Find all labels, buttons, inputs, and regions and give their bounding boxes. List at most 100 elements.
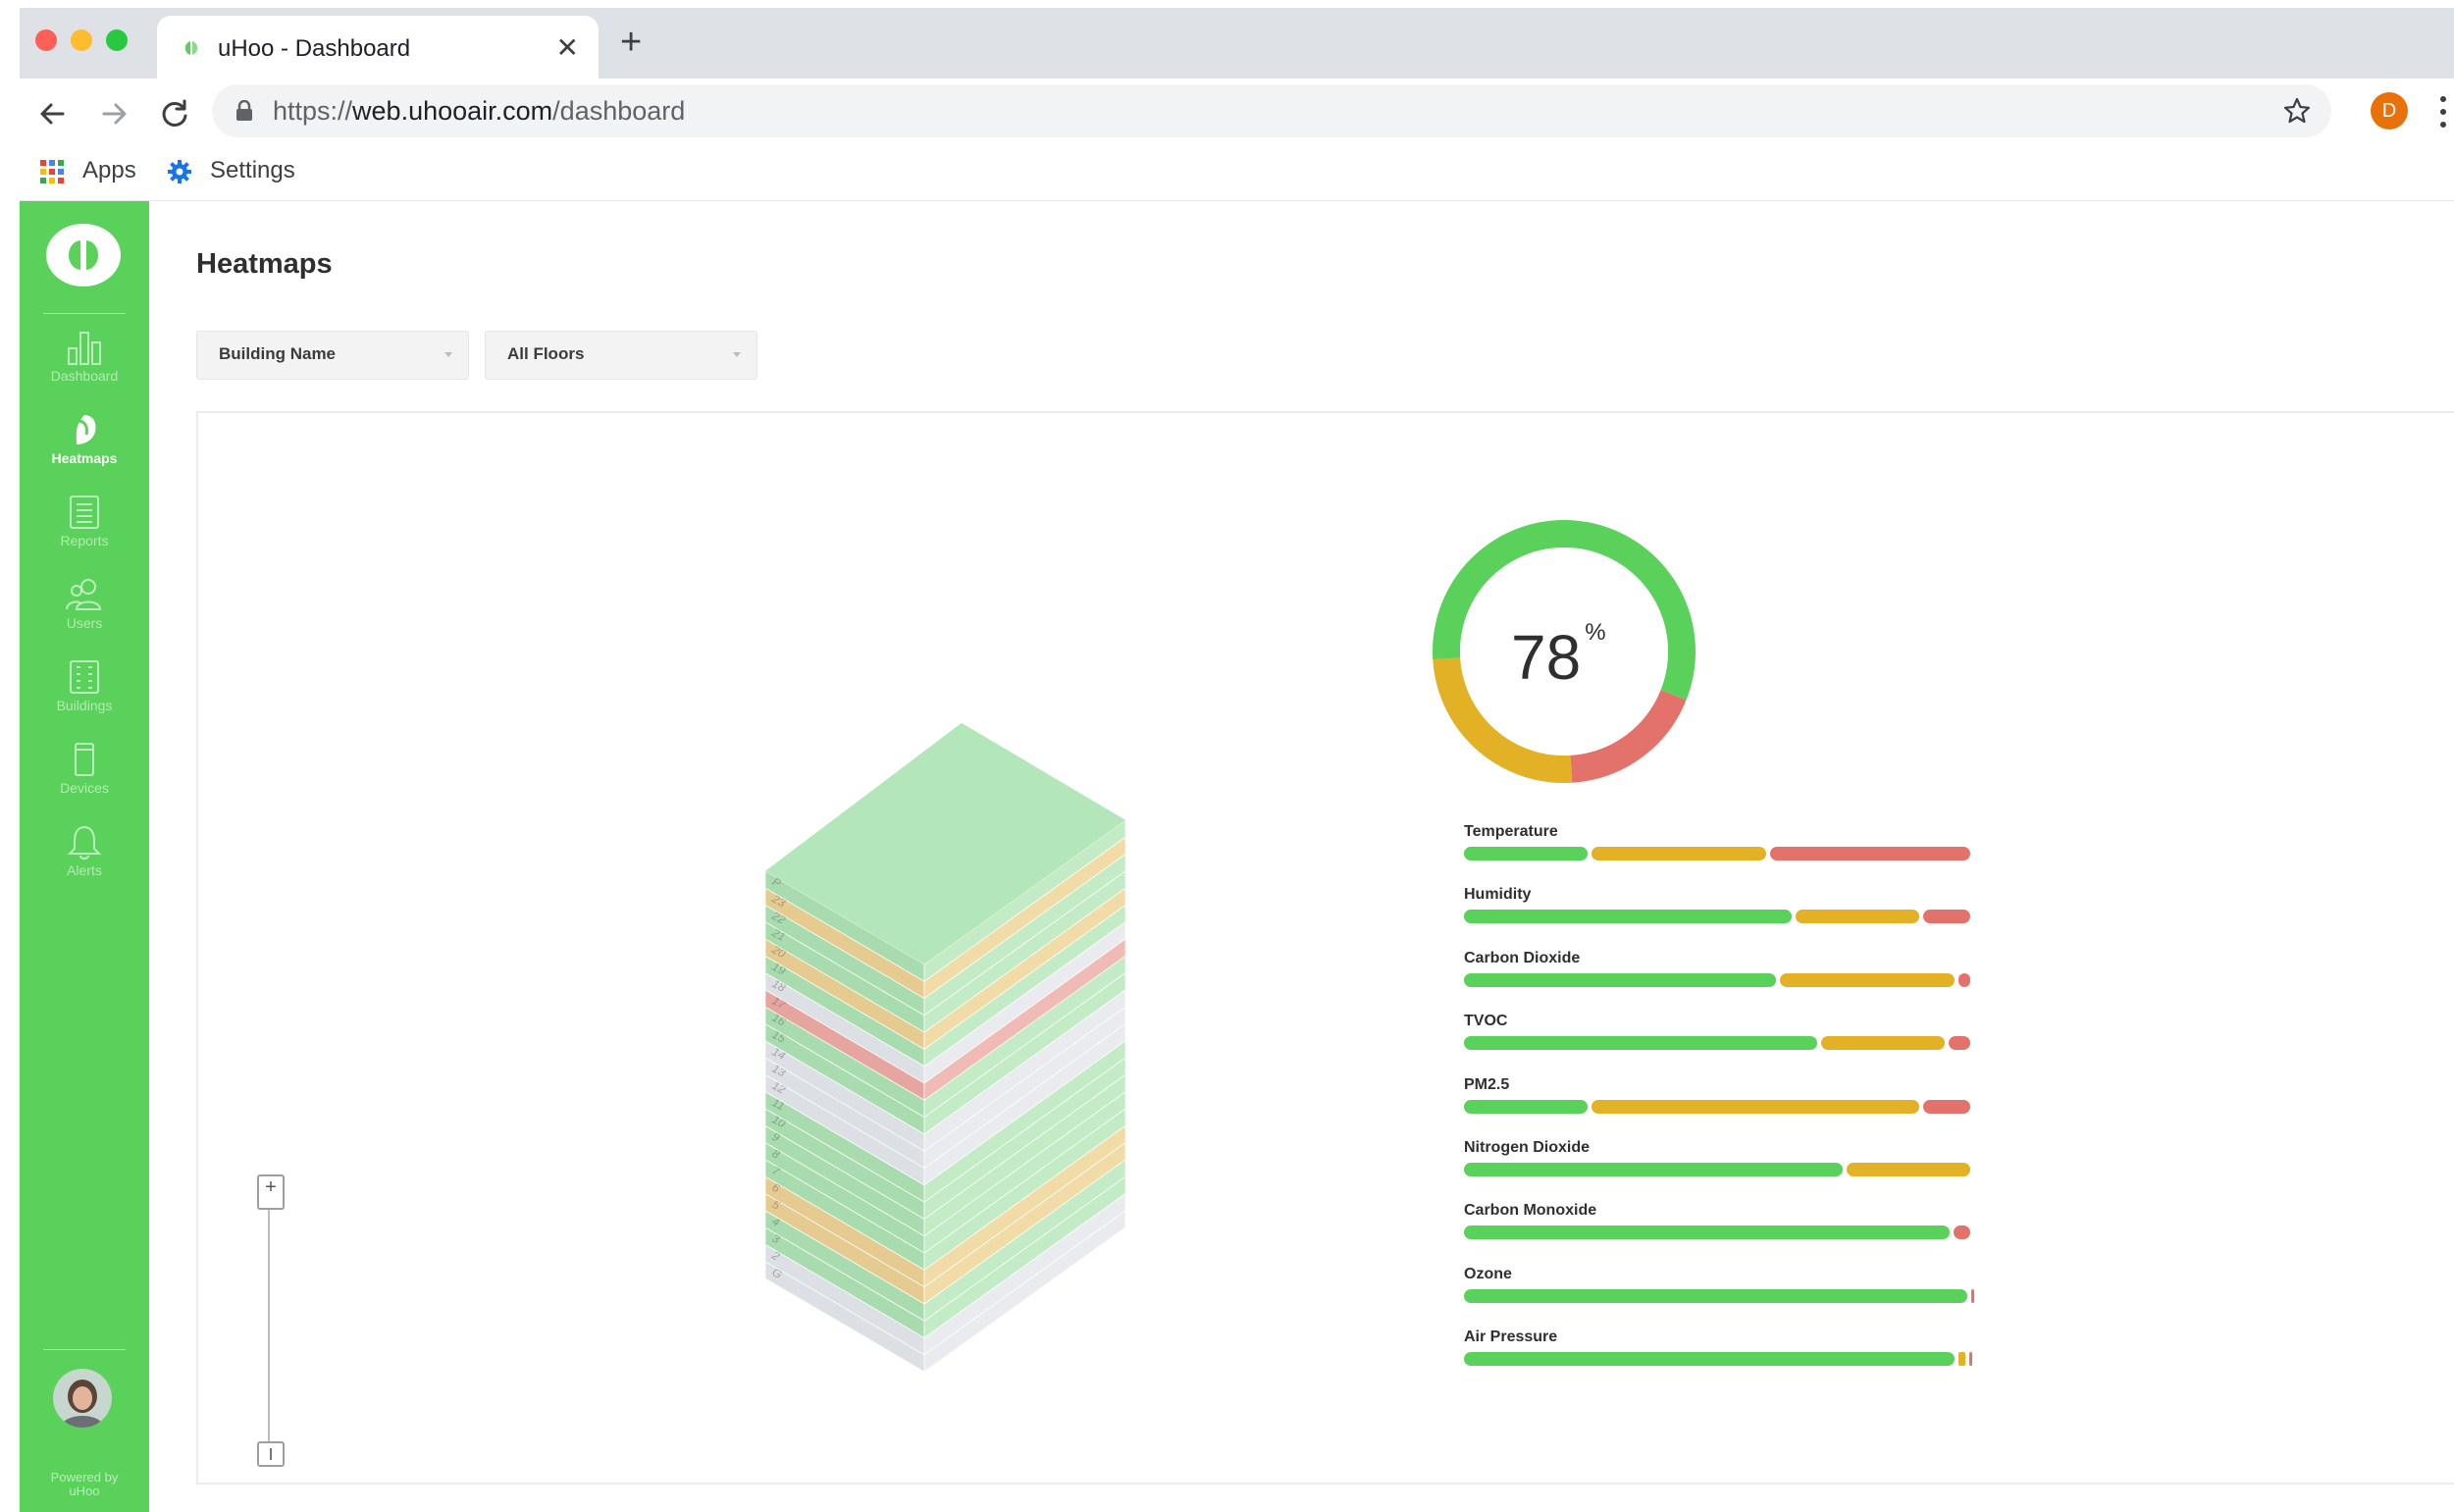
bookmark-apps[interactable]: Apps <box>82 157 136 184</box>
bookmark-star-icon[interactable] <box>2282 96 2312 126</box>
metric-moderate-segment <box>1821 1036 1945 1051</box>
metric-bar[interactable] <box>1464 1162 1974 1176</box>
metric-moderate-segment <box>1847 1162 1970 1176</box>
tab-strip: uHoo - Dashboard ✕ + <box>20 8 2454 78</box>
sidebar-item-label: Heatmaps <box>51 450 118 466</box>
metric-bar[interactable] <box>1464 1288 1975 1303</box>
minimize-window-button[interactable] <box>71 29 92 51</box>
metrics-list: Temperature Humidity Carbon Dioxide TVOC PM2… <box>1464 823 1975 1392</box>
reports-icon <box>70 495 99 529</box>
user-avatar[interactable] <box>53 1369 112 1428</box>
sidebar-item-label: Reports <box>60 533 109 548</box>
tab-close-icon[interactable]: ✕ <box>556 31 579 64</box>
lock-icon <box>236 100 252 121</box>
url-text: https://web.uhooair.com/dashboard <box>273 96 686 126</box>
new-tab-button[interactable]: + <box>620 22 642 64</box>
metric-good-segment <box>1464 1225 1951 1240</box>
sidebar-item-heatmaps[interactable]: Heatmaps <box>20 411 149 490</box>
reload-icon[interactable] <box>155 94 194 133</box>
sidebar-item-label: Users <box>66 615 103 631</box>
metric-bar[interactable] <box>1464 910 1974 924</box>
metric-bad-segment <box>1923 910 1970 924</box>
app-sidebar: Dashboard Heatmaps Reports Users Buildin… <box>20 201 149 1512</box>
forward-arrow-icon[interactable] <box>94 94 133 133</box>
back-arrow-icon[interactable] <box>33 94 73 133</box>
floors-select-label: All Floors <box>507 344 585 363</box>
metric-row: TVOC <box>1464 1013 1974 1075</box>
metric-good-segment <box>1464 1352 1956 1367</box>
building-select-label: Building Name <box>219 344 337 363</box>
close-window-button[interactable] <box>35 29 57 51</box>
heatmap-icon <box>76 415 96 444</box>
metric-label: PM2.5 <box>1464 1075 1510 1093</box>
metric-moderate-segment <box>1592 847 1766 860</box>
metric-label: Humidity <box>1464 886 1532 904</box>
uhoo-logo-icon[interactable] <box>45 223 122 287</box>
powered-by: Powered by uHoo <box>50 1470 119 1498</box>
metric-bar[interactable] <box>1464 972 1974 987</box>
metric-bad-segment <box>1971 1288 1975 1303</box>
metric-good-segment <box>1464 1162 1843 1176</box>
sidebar-item-label: Alerts <box>67 862 102 878</box>
metric-moderate-segment <box>1592 1099 1919 1114</box>
building-select[interactable]: Building Name <box>196 331 469 380</box>
sidebar-item-reports[interactable]: Reports <box>20 494 149 572</box>
sidebar-item-buildings[interactable]: Buildings <box>20 658 149 737</box>
buildings-icon <box>70 660 99 694</box>
settings-gear-icon <box>168 160 191 183</box>
metric-label: Carbon Dioxide <box>1464 949 1581 966</box>
metric-moderate-segment <box>1780 972 1956 987</box>
apps-grid-icon <box>40 160 64 183</box>
metric-good-segment <box>1464 847 1588 860</box>
metric-row: PM2.5 <box>1464 1076 1974 1139</box>
metric-bar[interactable] <box>1464 1352 1974 1367</box>
metric-bar[interactable] <box>1464 1099 1974 1114</box>
maximize-window-button[interactable] <box>106 29 128 51</box>
uhoo-favicon-icon <box>184 41 198 55</box>
metric-label: Ozone <box>1464 1265 1512 1282</box>
metric-bar[interactable] <box>1464 1225 1974 1240</box>
metric-label: Temperature <box>1464 823 1558 840</box>
browser-tab[interactable]: uHoo - Dashboard ✕ <box>157 16 599 78</box>
metric-good-segment <box>1464 1036 1817 1051</box>
metric-moderate-segment <box>1958 1352 1965 1367</box>
bookmark-settings[interactable]: Settings <box>210 157 295 184</box>
metric-label: Carbon Monoxide <box>1464 1202 1597 1220</box>
heatmap-panel: + G 2 3 4 5 6 7 8 9 10 11 12 13 14 15 16 17 18 19 20 21 22 23 P… <box>196 411 2454 1485</box>
building-heatmap[interactable]: G234567891011121314151617181920212223P <box>757 494 1336 1406</box>
sidebar-item-devices[interactable]: Devices <box>20 741 149 819</box>
score-value: 78% <box>1511 619 1606 693</box>
metric-row: Humidity <box>1464 886 1974 949</box>
chevron-down-icon <box>444 352 452 357</box>
metric-bar[interactable] <box>1464 1036 1974 1051</box>
sidebar-item-users[interactable]: Users <box>20 576 149 654</box>
metric-label: Air Pressure <box>1464 1329 1558 1346</box>
bookmarks-bar: Apps Settings <box>20 143 2454 202</box>
metric-good-segment <box>1464 910 1792 924</box>
device-icon <box>75 743 94 776</box>
metric-row: Nitrogen Dioxide <box>1464 1139 1974 1202</box>
sidebar-divider <box>43 1349 126 1350</box>
profile-avatar[interactable]: D <box>2371 92 2408 130</box>
metric-moderate-segment <box>1796 910 1919 924</box>
zoom-slider-handle[interactable] <box>257 1441 285 1467</box>
metric-good-segment <box>1464 1099 1588 1114</box>
browser-menu-icon[interactable] <box>2439 94 2447 130</box>
main-content: Heatmaps Building Name All Floors + G234… <box>149 201 2454 1512</box>
metric-bar[interactable] <box>1464 847 1974 860</box>
sidebar-item-dashboard[interactable]: Dashboard <box>20 329 149 407</box>
metric-bad-segment <box>1923 1099 1970 1114</box>
user-photo-icon <box>53 1369 112 1428</box>
zoom-out-button[interactable] <box>257 1198 285 1210</box>
zoom-slider-track[interactable] <box>268 1210 270 1441</box>
page-title: Heatmaps <box>196 248 333 280</box>
sidebar-item-alerts[interactable]: Alerts <box>20 823 149 902</box>
metric-label: Nitrogen Dioxide <box>1464 1138 1591 1156</box>
browser-window: uHoo - Dashboard ✕ + https://web.uhooair… <box>20 8 2454 1512</box>
metric-good-segment <box>1464 972 1777 987</box>
floors-select[interactable]: All Floors <box>485 331 757 380</box>
metric-row: Air Pressure <box>1464 1329 1974 1391</box>
bell-icon <box>67 825 102 860</box>
address-bar[interactable]: https://web.uhooair.com/dashboard <box>212 84 2331 137</box>
users-icon <box>66 579 102 610</box>
